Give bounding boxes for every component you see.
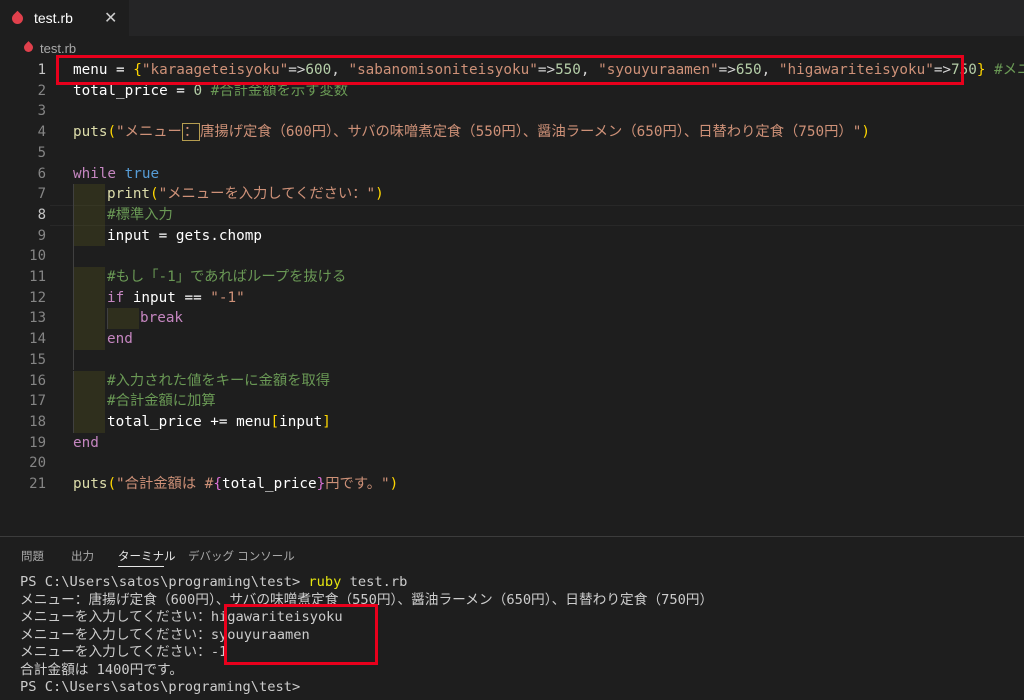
code-line: 19 end (0, 433, 1024, 454)
terminal-line: 合計金額は 1400円です。 (20, 661, 184, 678)
breadcrumb-item-file[interactable]: test.rb (40, 41, 76, 56)
code-line: 4 puts("メニュー：唐揚げ定食（600円）、サバの味噌煮定食（550円）、… (0, 122, 1024, 143)
code-line: 17 #合計金額に加算 (0, 391, 1024, 412)
line-number: 11 (29, 269, 46, 285)
active-tab-indicator (118, 566, 164, 567)
code-text: input = gets.chomp (107, 227, 262, 244)
line-number: 5 (37, 144, 46, 161)
line-number: 17 (29, 393, 46, 410)
highlight-box-input (224, 604, 378, 665)
tab-debug-console[interactable]: デバッグ コンソール (188, 548, 295, 564)
code-line: 21 puts("合計金額は #{total_price}円です。") (0, 474, 1024, 495)
highlight-box-menu (56, 55, 964, 85)
code-line: 5 (0, 143, 1024, 164)
code-line: 11 #もし「-1」であればループを抜ける (0, 267, 1024, 288)
code-line: 20 (0, 453, 1024, 474)
code-text: puts("合計金額は #{total_price}円です。") (73, 476, 399, 492)
code-text: puts("メニュー：唐揚げ定食（600円）、サバの味噌煮定食（550円）、醤油… (73, 123, 870, 142)
line-number: 21 (29, 476, 46, 492)
code-text: #もし「-1」であればループを抜ける (107, 269, 347, 285)
tab-problems[interactable]: 問題 (21, 548, 44, 564)
line-number: 8 (37, 206, 46, 223)
terminal-line: メニューを入力してください：-1 (20, 644, 228, 660)
code-text: while true (73, 165, 160, 182)
terminal-line: PS C:\Users\satos\programing\test> (20, 679, 301, 695)
close-icon[interactable]: ✕ (104, 8, 117, 27)
line-number: 19 (29, 434, 46, 451)
tab-test-rb[interactable]: test.rb ✕ (0, 0, 129, 36)
line-number: 1 (37, 62, 46, 78)
line-number: 10 (29, 248, 46, 265)
code-line: 3 (0, 101, 1024, 122)
line-number: 9 (37, 227, 46, 244)
code-line: 16 #入力された値をキーに金額を取得 (0, 370, 1024, 392)
code-text: #入力された値をキーに金額を取得 (107, 372, 331, 389)
line-number: 20 (29, 455, 46, 472)
code-text: if input == "-1" (107, 289, 245, 306)
line-number: 18 (29, 413, 46, 430)
code-line: 9 input = gets.chomp (0, 225, 1024, 247)
code-text: break (140, 310, 184, 327)
tab-label: test.rb (34, 10, 73, 26)
line-number: 4 (37, 124, 46, 141)
tab-output[interactable]: 出力 (71, 548, 94, 564)
editor-tab-bar: test.rb ✕ (0, 0, 1024, 36)
code-line: 12 if input == "-1" (0, 287, 1024, 309)
tab-terminal[interactable]: ターミナル (118, 548, 176, 564)
code-text: total_price += menu[input] (107, 413, 331, 430)
code-text: print("メニューを入力してください：") (107, 186, 384, 203)
line-number: 7 (37, 186, 46, 203)
terminal-line: PS C:\Users\satos\programing\test> ruby … (20, 574, 408, 590)
code-text: #合計金額に加算 (107, 393, 216, 410)
ruby-file-icon (9, 10, 26, 27)
code-line: 8 #標準入力 (0, 204, 1024, 226)
line-number: 14 (29, 331, 46, 348)
code-line: 14 end (0, 329, 1024, 350)
code-line: 10 (0, 246, 1024, 267)
line-number: 3 (37, 103, 46, 120)
code-text: end (73, 434, 99, 451)
code-line: 13 break (0, 308, 1024, 330)
code-text: #標準入力 (107, 206, 173, 223)
line-number: 16 (29, 372, 46, 389)
line-number: 13 (29, 310, 46, 327)
line-number: 12 (29, 289, 46, 306)
code-line: 18 total_price += menu[input] (0, 411, 1024, 433)
code-line: 6 while true (0, 164, 1024, 185)
code-line: 7 print("メニューを入力してください：") (0, 184, 1024, 205)
line-number: 6 (37, 165, 46, 182)
code-line: 15 (0, 349, 1024, 371)
line-number: 2 (37, 82, 46, 99)
code-editor[interactable]: 1 menu = {"karaageteisyoku"=>600, "saban… (0, 58, 1024, 528)
code-text: end (107, 331, 133, 348)
line-number: 15 (29, 351, 46, 368)
